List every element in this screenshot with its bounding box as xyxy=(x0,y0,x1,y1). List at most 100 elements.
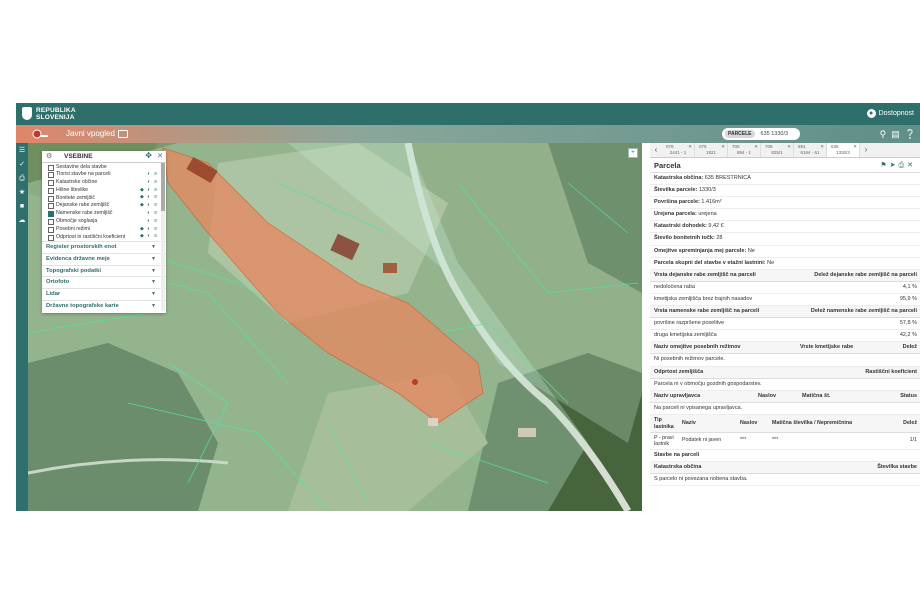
help-icon[interactable]: ❔ xyxy=(905,128,916,140)
layer-group[interactable]: Evidenca državne meje ▼ xyxy=(42,252,166,265)
layer-tools-icon[interactable]: ◆ ◐ ≡ xyxy=(140,187,158,193)
parcel-field: Urejena parcela: urejena xyxy=(650,209,920,222)
layer-item[interactable]: Sestavine dela stavbe xyxy=(42,163,166,171)
layer-checkbox[interactable] xyxy=(48,195,54,202)
odprtost-text: Parcela ni v območju gozdnih gospodarste… xyxy=(654,380,762,387)
tabs-next-button[interactable]: › xyxy=(860,143,872,157)
folder-icon[interactable]: ■ xyxy=(16,201,28,213)
layer-tools-icon[interactable]: ◐ ≡ xyxy=(147,210,158,216)
layer-group-label: Topografski podatki xyxy=(46,267,101,274)
cart-icon[interactable]: ★ xyxy=(16,187,28,199)
upravljavec-col-name: Naziv upravljavca xyxy=(654,392,701,399)
layers-icon[interactable]: ☰ xyxy=(16,145,28,157)
print-icon[interactable]: ⎙ xyxy=(16,173,28,185)
layer-tools-icon[interactable]: ◆ ◐ ≡ xyxy=(140,194,158,200)
layer-tools-icon[interactable]: ◆ ◐ ≡ xyxy=(140,233,158,239)
pin-icon[interactable]: ⚑ xyxy=(880,162,889,169)
layer-group[interactable]: Državne topografske karte ▼ xyxy=(42,299,166,312)
parcel-tab[interactable]: 078 ✕ 2441 - 1 xyxy=(662,143,695,157)
field-value: Ne xyxy=(767,259,775,266)
layer-tools-icon[interactable]: ◐ ≡ xyxy=(147,171,158,177)
layer-item[interactable]: Hišne številke ◆ ◐ ≡ xyxy=(42,186,166,194)
field-label: Omejitve spreminjanja mej parcele: xyxy=(654,247,747,254)
cloud-icon[interactable]: ☁ xyxy=(16,215,28,227)
layer-item[interactable]: Posebni režimi ◆ ◐ ≡ xyxy=(42,225,166,233)
search-category-chip[interactable]: PARCELE xyxy=(725,130,755,138)
layer-item[interactable]: Katastrske občine ◐ ≡ xyxy=(42,179,166,187)
search-icon[interactable]: ⚲ xyxy=(880,128,887,140)
search-value: 635 1330/3 xyxy=(760,131,789,137)
chevron-down-icon: ▼ xyxy=(151,279,156,286)
upravljavec-text: Na parceli ni vpisanega upravljavca. xyxy=(654,404,743,411)
layer-checkbox[interactable] xyxy=(48,187,54,194)
parcel-tab[interactable]: 076 ✕ 1921 xyxy=(695,143,728,157)
close-panel-icon[interactable]: ✕ xyxy=(907,162,916,169)
layers-scrollbar[interactable] xyxy=(161,163,165,311)
lastnik-name: Podatek ni javen xyxy=(682,436,722,443)
layer-checkbox[interactable] xyxy=(48,211,54,218)
tab-code: 691 xyxy=(798,144,806,149)
map-expand-button[interactable]: + xyxy=(628,148,638,158)
land-use-share: 57,8 % xyxy=(899,320,917,327)
settings-icon[interactable]: ⚙ xyxy=(46,152,52,160)
parcel-field: Katastrski dohodek: 9,42 € xyxy=(650,221,920,234)
print-icon[interactable]: ⎙ xyxy=(899,162,908,169)
parcel-field: Površina parcele: 1.416m² xyxy=(650,197,920,210)
layer-tools-icon[interactable]: ◆ ◐ ≡ xyxy=(140,226,158,232)
layer-group[interactable]: Lidar ▼ xyxy=(42,288,166,300)
map-view[interactable]: + ⚙ VSEBINE ✥ ✕ Sestavine dela stavbe Tlo… xyxy=(28,143,642,511)
lastnik-col-name: Naziv xyxy=(682,419,696,426)
accessibility-link[interactable]: ● Dostopnost xyxy=(866,109,914,118)
measure-icon[interactable]: ✓ xyxy=(16,159,28,171)
tab-code: 700 xyxy=(732,144,740,149)
parcel-field: Številka parcele: 1330/3 xyxy=(650,185,920,198)
layer-checkbox[interactable] xyxy=(48,226,54,233)
namenska-raba-header: Vrsta namenske rabe zemljišč na parceli … xyxy=(650,306,920,319)
layer-checkbox[interactable] xyxy=(48,234,54,241)
rezimi-col-share: Delež xyxy=(902,344,917,351)
layer-group-label: Državne topografske karte xyxy=(46,302,119,309)
layer-checkbox[interactable] xyxy=(48,180,54,187)
parcel-tab[interactable]: 635 ✕ 1330/3 xyxy=(827,143,860,157)
layer-group-label: Evidenca državne meje xyxy=(46,255,110,262)
layer-tools-icon[interactable]: ◆ ◐ ≡ xyxy=(140,202,158,208)
layer-label: Bonitete zemljišč xyxy=(56,194,95,201)
move-icon[interactable]: ✥ xyxy=(145,151,152,160)
stavbe-col-number: Številka stavbe xyxy=(877,463,917,470)
layer-item[interactable]: Bonitete zemljišč ◆ ◐ ≡ xyxy=(42,194,166,202)
layers-scrollbar-thumb[interactable] xyxy=(161,163,165,211)
layer-group[interactable]: Register prostorskih enot ▼ xyxy=(42,240,166,253)
parcel-tab[interactable]: 708 ✕ 825/1 xyxy=(761,143,794,157)
field-value: 28 xyxy=(716,235,723,242)
rezimi-col-type: Vrste kmetijske rabe xyxy=(800,344,854,351)
layer-tools-icon[interactable]: ◐ ≡ xyxy=(147,179,158,185)
layer-group[interactable]: Ortofoto ▼ xyxy=(42,276,166,288)
layer-item[interactable]: Dejanske rabe zemljišč ◆ ◐ ≡ xyxy=(42,202,166,210)
layer-checkbox[interactable] xyxy=(48,172,54,179)
share-icon[interactable]: ➤ xyxy=(890,162,899,169)
lastnik-share: 1/1 xyxy=(909,436,917,443)
namenska-col-type: Vrsta namenske rabe zemljišč na parceli xyxy=(654,308,760,315)
parcel-tab[interactable]: 691 ✕ 6164 - 61 xyxy=(794,143,827,157)
layer-checkbox[interactable] xyxy=(48,164,54,171)
dejanska-col-type: Vrsta dejanske rabe zemljišč na parceli xyxy=(654,271,756,278)
layer-item[interactable]: Odprtost in rastiščni koeficient ◆ ◐ ≡ xyxy=(42,233,166,241)
parcel-tab[interactable]: 700 ✕ 894 - 1 xyxy=(728,143,761,157)
layer-checkbox[interactable] xyxy=(48,219,54,226)
lastnik-col-type: Tip lastnika xyxy=(654,417,674,431)
tabs-prev-button[interactable]: ‹ xyxy=(650,143,662,157)
app-header-bar: Javni vpogled PARCELE 635 1330/3 ⚲ ▤ ❔ xyxy=(16,125,920,143)
chat-icon[interactable]: ▤ xyxy=(891,128,900,140)
layer-checkbox[interactable] xyxy=(48,203,54,210)
location-pin-icon xyxy=(412,379,418,385)
layer-item[interactable]: Območje soglasja ◐ ≡ xyxy=(42,218,166,226)
lastnik-col-id: Matična številka / Nepremičnina xyxy=(772,419,853,426)
layer-group[interactable]: Topografski podatki ▼ xyxy=(42,264,166,277)
layer-tools-icon[interactable]: ◐ ≡ xyxy=(147,218,158,224)
close-icon[interactable]: ✕ xyxy=(157,152,163,160)
book-icon[interactable] xyxy=(118,130,128,138)
layer-item[interactable]: Tlorisi stavbe na parceli ◐ ≡ xyxy=(42,171,166,179)
search-input[interactable]: PARCELE 635 1330/3 xyxy=(722,128,800,140)
layer-item[interactable]: Namenske rabe zemljišč ◐ ≡ xyxy=(42,210,166,218)
field-label: Površina parcele: xyxy=(654,199,700,206)
